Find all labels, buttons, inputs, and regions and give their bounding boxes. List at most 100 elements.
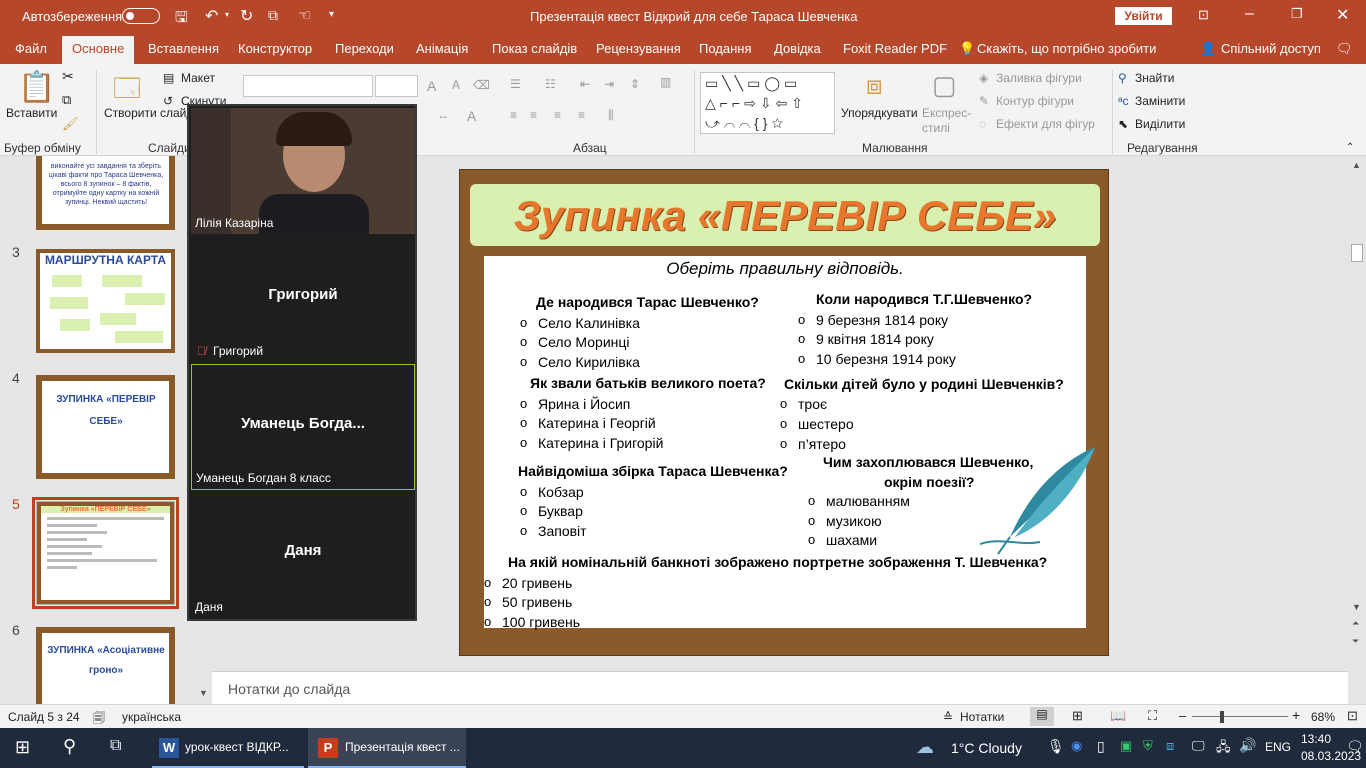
notifications-icon[interactable]: 🗨 <box>1346 738 1364 755</box>
network-icon[interactable]: 🖧 <box>1216 738 1231 760</box>
font-family-select[interactable] <box>243 75 373 97</box>
minimize-icon[interactable]: – <box>1245 5 1254 23</box>
tab-insert[interactable]: Вставлення <box>148 41 219 56</box>
font-color-icon[interactable]: A <box>467 108 476 124</box>
arrange-icon[interactable]: ⧈ <box>866 70 883 102</box>
normal-view-icon[interactable]: ▤ <box>1030 707 1054 726</box>
slide-thumbnail-3[interactable]: МАРШРУТНА КАРТА <box>36 249 175 353</box>
touch-icon[interactable]: ☜ <box>298 6 311 24</box>
shape-fill-button[interactable]: Заливка фігури <box>996 71 1082 85</box>
align-left-icon[interactable]: ≡ <box>510 108 517 122</box>
tab-foxit[interactable]: Foxit Reader PDF <box>843 41 947 56</box>
microphone-icon[interactable]: 🎙 <box>1047 738 1065 755</box>
tab-review[interactable]: Рецензування <box>596 41 681 56</box>
participant-tile-4[interactable]: Даня Даня <box>191 492 415 618</box>
tab-slideshow[interactable]: Показ слайдів <box>492 41 577 56</box>
signin-button[interactable]: Увійти <box>1115 7 1172 25</box>
windows-start-icon[interactable]: ⊞ <box>15 737 30 758</box>
tell-me-input[interactable]: Скажіть, що потрібно зробити <box>977 41 1156 56</box>
find-button[interactable]: Знайти <box>1135 71 1174 85</box>
slide-thumbnail-2[interactable]: виконайте усі завдання та зберіть цікаві… <box>36 156 175 230</box>
tab-file[interactable]: Файл <box>15 41 47 56</box>
tab-transitions[interactable]: Переходи <box>335 41 394 56</box>
slideshow-view-icon[interactable]: ⛶ <box>1148 708 1157 724</box>
grow-font-icon[interactable]: A <box>427 78 436 94</box>
save-icon[interactable]: 🖫 <box>175 7 188 32</box>
slide-thumbnail-6[interactable]: ЗУПИНКА «Асоціативне гроно» <box>36 627 175 704</box>
autosave-toggle[interactable] <box>122 8 160 24</box>
tab-design[interactable]: Конструктор <box>238 41 312 56</box>
scroll-down-icon-right[interactable]: ▼ <box>1352 602 1361 612</box>
shape-outline-button[interactable]: Контур фігури <box>996 94 1074 108</box>
replace-button[interactable]: Замінити <box>1135 94 1185 108</box>
select-button[interactable]: Виділити <box>1135 117 1185 131</box>
slide-scroll-thumb[interactable] <box>1351 244 1363 262</box>
taskbar-app-word[interactable]: W урок-квест ВІДКР... <box>152 728 304 768</box>
taskbar-app-powerpoint[interactable]: P Презентація квест ... <box>308 728 466 768</box>
slide[interactable]: Зупинка «ПЕРЕВІР СЕБЕ» Оберіть правильну… <box>459 169 1109 656</box>
cloud-sync-icon[interactable]: ⧈ <box>1166 738 1174 754</box>
slide-thumbnail-4[interactable]: ЗУПИНКА «ПЕРЕВІР СЕБЕ» <box>36 375 175 479</box>
format-painter-icon[interactable]: 🖌 <box>62 116 79 132</box>
redo-icon[interactable]: ↻ <box>240 6 253 26</box>
copy-icon[interactable]: ⧉ <box>62 92 71 108</box>
next-slide-icon[interactable]: ⏷ <box>1352 636 1359 647</box>
quick-styles-icon[interactable]: ▢ <box>932 70 957 101</box>
numbering-icon[interactable]: ☷ <box>545 77 556 91</box>
zoom-in-icon[interactable]: + <box>1292 707 1300 723</box>
customize-icon[interactable]: ▾ <box>329 9 334 20</box>
paste-icon[interactable]: 📋 <box>18 70 55 105</box>
volume-icon[interactable]: 🔊 <box>1239 737 1256 754</box>
tab-help[interactable]: Довідка <box>774 41 821 56</box>
zoom-level[interactable]: 68% <box>1311 710 1335 724</box>
slide-thumbnail-5[interactable]: Зупинка «ПЕРЕВІР СЕБЕ» <box>32 497 179 609</box>
new-slide-button[interactable]: Створити слайд <box>104 106 193 120</box>
collapse-ribbon-icon[interactable]: ⌃ <box>1346 142 1354 153</box>
display-icon[interactable]: 🖵 <box>1192 738 1205 754</box>
participant-tile-2[interactable]: Григорий 🎙̸ Григорий <box>191 236 415 362</box>
font-size-select[interactable] <box>375 75 418 97</box>
arrange-button[interactable]: Упорядкувати <box>841 106 918 120</box>
zoom-out-icon[interactable]: – <box>1179 708 1186 723</box>
columns-icon[interactable]: ▥ <box>660 75 671 89</box>
app-tray-icon[interactable]: ▣ <box>1120 738 1132 754</box>
spellcheck-icon[interactable]: 🗐 <box>93 709 105 730</box>
close-icon[interactable]: ✕ <box>1336 5 1349 25</box>
participant-tile-3[interactable]: Уманець Богда... Уманець Богдан 8 класс <box>191 364 415 490</box>
share-button[interactable]: Спільний доступ <box>1221 41 1321 56</box>
shield-icon[interactable]: ⛨ <box>1143 738 1153 754</box>
shape-effects-button[interactable]: Ефекти для фігур <box>996 117 1095 131</box>
increase-indent-icon[interactable]: ⇥ <box>604 77 614 91</box>
cut-icon[interactable]: ✂ <box>62 68 74 85</box>
task-view-icon[interactable]: ⧉ <box>110 737 121 755</box>
input-language[interactable]: ENG <box>1265 740 1291 754</box>
undo-icon[interactable]: ↶ <box>205 6 218 26</box>
line-spacing-icon[interactable]: ⇕ <box>630 77 640 91</box>
notes-pane[interactable]: Нотатки до слайда <box>212 671 1348 704</box>
shapes-gallery[interactable]: ▭╲╲▭◯▭ △⌐⌐⇨⇩⇦⇧ ⤻⌒⌒{}☆ <box>700 72 835 134</box>
layout-button[interactable]: Макет <box>181 71 215 85</box>
slide-scrollbar[interactable]: ▲ ▼ ⏶ ⏷ <box>1348 156 1366 704</box>
scroll-down-icon[interactable]: ▼ <box>199 688 208 698</box>
justify-icon[interactable]: ≡ <box>578 108 585 122</box>
decrease-indent-icon[interactable]: ⇤ <box>580 77 590 91</box>
participant-tile-1[interactable]: Лілія Казаріна <box>191 108 415 234</box>
tab-home[interactable]: Основне <box>62 36 135 64</box>
tab-view[interactable]: Подання <box>699 41 752 56</box>
zoom-slider-thumb[interactable] <box>1220 711 1224 723</box>
paste-button[interactable]: Вставити <box>6 106 57 120</box>
slide-sorter-icon[interactable]: ⊞ <box>1072 708 1083 724</box>
prev-slide-icon[interactable]: ⏶ <box>1352 618 1359 629</box>
align-right-icon[interactable]: ≡ <box>554 108 561 122</box>
quick-styles-button[interactable]: Експрес-стилі <box>922 106 972 136</box>
present-icon[interactable]: ⧉ <box>268 7 278 24</box>
restore-icon[interactable]: ❐ <box>1291 6 1303 22</box>
zoom-slider[interactable] <box>1192 716 1288 717</box>
scroll-up-icon[interactable]: ▲ <box>1352 160 1361 170</box>
comments-icon[interactable]: 🗨 <box>1336 41 1353 57</box>
tab-animations[interactable]: Анімація <box>416 41 468 56</box>
zoom-tray-icon[interactable]: ◉ <box>1071 738 1082 754</box>
shrink-font-icon[interactable]: A <box>452 78 460 92</box>
ribbon-display-icon[interactable]: ⊡ <box>1198 7 1209 23</box>
fit-slide-icon[interactable]: ⊡ <box>1347 708 1358 724</box>
